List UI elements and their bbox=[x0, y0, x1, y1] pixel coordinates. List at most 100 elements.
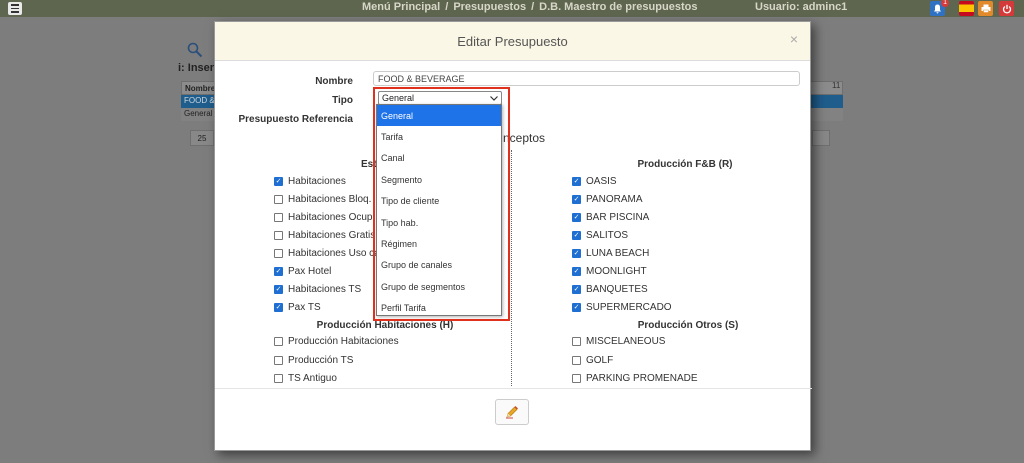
hamburger-menu-icon[interactable] bbox=[8, 2, 22, 15]
checkbox-row[interactable]: ✓ BANQUETES bbox=[572, 284, 648, 295]
checkbox-label: MISCELANEOUS bbox=[586, 336, 666, 347]
prod-hab-title: Producción Habitaciones (H) bbox=[316, 320, 454, 331]
insert-label: i: Insert bbox=[178, 62, 218, 74]
checkbox-unchecked[interactable] bbox=[572, 355, 581, 365]
checkbox-label: Habitaciones Ocup. bbox=[288, 212, 376, 223]
checkbox-checked[interactable]: ✓ bbox=[572, 303, 581, 312]
checkbox-row[interactable]: ✓ Pax Hotel bbox=[274, 266, 331, 277]
checkbox-row[interactable]: Producción TS bbox=[274, 355, 353, 366]
nombre-label: Nombre bbox=[315, 76, 353, 87]
checkbox-unchecked[interactable] bbox=[274, 249, 283, 258]
checkbox-row[interactable]: TS Antiguo bbox=[274, 373, 337, 384]
checkbox-row[interactable]: GOLF bbox=[572, 355, 613, 366]
estadisticas-title: Est bbox=[361, 159, 377, 170]
notification-badge: 1 bbox=[941, 0, 949, 7]
modal-header: Editar Presupuesto × bbox=[215, 22, 810, 61]
edit-budget-modal: Editar Presupuesto × Nombre Tipo General… bbox=[214, 21, 812, 451]
checkbox-checked[interactable]: ✓ bbox=[572, 195, 581, 204]
checkbox-unchecked[interactable] bbox=[274, 337, 283, 346]
dropdown-option[interactable]: Tipo hab. bbox=[377, 212, 501, 233]
column-number: 11 bbox=[832, 81, 841, 90]
checkbox-label: PARKING PROMENADE bbox=[586, 373, 698, 384]
user-label: Usuario: adminc1 bbox=[755, 1, 848, 13]
checkbox-row[interactable]: ✓ SALITOS bbox=[572, 230, 628, 241]
dropdown-option[interactable]: Perfil Tarifa bbox=[377, 298, 501, 319]
checkbox-label: Habitaciones Bloq. bbox=[288, 194, 372, 205]
column-divider bbox=[511, 150, 512, 386]
page-size-select: 25 bbox=[190, 130, 214, 146]
breadcrumb: Menú Principal / Presupuestos / D.B. Maestro… bbox=[362, 1, 698, 13]
checkbox-checked[interactable]: ✓ bbox=[274, 267, 283, 276]
checkbox-row[interactable]: ✓ PANORAMA bbox=[572, 194, 643, 205]
checkbox-label: PANORAMA bbox=[586, 194, 643, 205]
checkbox-row[interactable]: Habitaciones Ocup. bbox=[274, 212, 375, 223]
prod-otros-title: Producción Otros (S) bbox=[637, 320, 739, 331]
print-icon[interactable] bbox=[978, 1, 993, 16]
checkbox-checked[interactable]: ✓ bbox=[572, 213, 581, 222]
tipo-select[interactable]: General bbox=[378, 91, 502, 105]
dropdown-option[interactable]: Grupo de segmentos bbox=[377, 276, 501, 297]
checkbox-checked[interactable]: ✓ bbox=[572, 231, 581, 240]
checkbox-label: Pax TS bbox=[288, 302, 321, 313]
bell-icon[interactable]: 1 bbox=[930, 0, 949, 16]
checkbox-row[interactable]: ✓ BAR PISCINA bbox=[572, 212, 649, 223]
checkbox-unchecked[interactable] bbox=[274, 195, 283, 204]
checkbox-unchecked[interactable] bbox=[572, 374, 581, 383]
checkbox-label: Habitaciones Gratis bbox=[288, 230, 376, 241]
dropdown-option[interactable]: Segmento bbox=[377, 169, 501, 190]
top-navigation-bar: Menú Principal / Presupuestos / D.B. Maestro… bbox=[0, 0, 1024, 17]
checkbox-row[interactable]: Habitaciones Gratis bbox=[274, 230, 375, 241]
breadcrumb-presupuestos[interactable]: Presupuestos bbox=[453, 1, 526, 13]
close-icon[interactable]: × bbox=[790, 31, 798, 47]
spain-flag-icon[interactable] bbox=[959, 1, 974, 16]
checkbox-checked[interactable]: ✓ bbox=[274, 285, 283, 294]
pencil-icon bbox=[506, 406, 518, 419]
dropdown-option[interactable]: Grupo de canales bbox=[377, 255, 501, 276]
dropdown-option[interactable]: General bbox=[377, 105, 501, 127]
checkbox-label: TS Antiguo bbox=[288, 373, 337, 384]
checkbox-row[interactable]: ✓ LUNA BEACH bbox=[572, 248, 649, 259]
checkbox-row[interactable]: ✓ Habitaciones bbox=[274, 176, 346, 187]
checkbox-row[interactable]: ✓ Pax TS bbox=[274, 302, 321, 313]
checkbox-row[interactable]: ✓ SUPERMERCADO bbox=[572, 302, 672, 313]
nombre-input[interactable] bbox=[373, 71, 800, 86]
edit-button[interactable] bbox=[495, 399, 529, 425]
tipo-dropdown-list: General Tarifa Canal Segmento Tipo de client… bbox=[376, 104, 502, 316]
checkbox-unchecked[interactable] bbox=[274, 355, 283, 365]
checkbox-row[interactable]: Habitaciones Uso ca bbox=[274, 248, 380, 259]
checkbox-label: OASIS bbox=[586, 176, 617, 187]
power-icon[interactable] bbox=[999, 1, 1014, 16]
checkbox-label: LUNA BEACH bbox=[586, 248, 650, 259]
checkbox-checked[interactable]: ✓ bbox=[572, 249, 581, 258]
dropdown-option[interactable]: Tarifa bbox=[377, 126, 501, 147]
checkbox-label: GOLF bbox=[586, 354, 614, 366]
checkbox-row[interactable]: Habitaciones Bloq. bbox=[274, 194, 371, 205]
checkbox-label: Habitaciones Uso ca bbox=[288, 248, 380, 259]
checkbox-unchecked[interactable] bbox=[274, 213, 283, 222]
checkbox-row[interactable]: ✓ Habitaciones TS bbox=[274, 284, 361, 295]
checkbox-checked[interactable]: ✓ bbox=[274, 303, 283, 312]
checkbox-unchecked[interactable] bbox=[274, 374, 283, 383]
checkbox-checked[interactable]: ✓ bbox=[274, 177, 283, 186]
dropdown-option[interactable]: Tipo de cliente bbox=[377, 191, 501, 212]
checkbox-row[interactable]: ✓ OASIS bbox=[572, 176, 617, 187]
checkbox-checked[interactable]: ✓ bbox=[572, 267, 581, 276]
checkbox-checked[interactable]: ✓ bbox=[572, 285, 581, 294]
dropdown-option[interactable]: Régimen bbox=[377, 233, 501, 254]
checkbox-label: BANQUETES bbox=[586, 284, 648, 295]
checkbox-row[interactable]: MISCELANEOUS bbox=[572, 336, 665, 347]
breadcrumb-menu-principal[interactable]: Menú Principal bbox=[362, 1, 440, 13]
fb-title: Producción F&B (R) bbox=[637, 159, 733, 170]
checkbox-checked[interactable]: ✓ bbox=[572, 177, 581, 186]
tipo-select-value: General bbox=[382, 93, 415, 103]
checkbox-unchecked[interactable] bbox=[572, 337, 581, 346]
checkbox-row[interactable]: Producción Habitaciones bbox=[274, 336, 399, 347]
checkbox-label: Producción Habitaciones bbox=[288, 336, 399, 347]
dropdown-option[interactable]: Canal bbox=[377, 148, 501, 169]
checkbox-unchecked[interactable] bbox=[274, 231, 283, 240]
checkbox-row[interactable]: PARKING PROMENADE bbox=[572, 373, 698, 384]
search-icon bbox=[187, 42, 203, 58]
checkbox-row[interactable]: ✓ MOONLIGHT bbox=[572, 266, 647, 277]
chevron-down-icon bbox=[490, 94, 498, 103]
modal-title: Editar Presupuesto bbox=[457, 33, 568, 49]
